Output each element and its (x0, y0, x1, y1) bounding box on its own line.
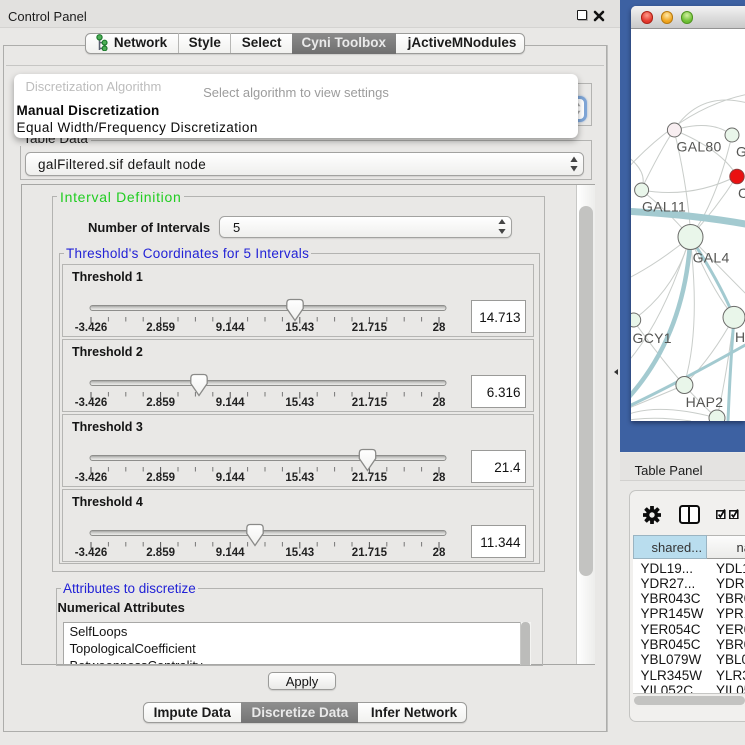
svg-text:GAL4: GAL4 (693, 250, 730, 266)
svg-text:HAP2: HAP2 (686, 394, 724, 410)
svg-text:GA: GA (736, 144, 745, 160)
svg-text:H: H (735, 329, 745, 345)
svg-text:GAL11: GAL11 (642, 199, 686, 215)
svg-text:C: C (738, 185, 745, 201)
svg-text:GAL80: GAL80 (677, 139, 722, 155)
svg-text:GCY1: GCY1 (633, 330, 672, 346)
